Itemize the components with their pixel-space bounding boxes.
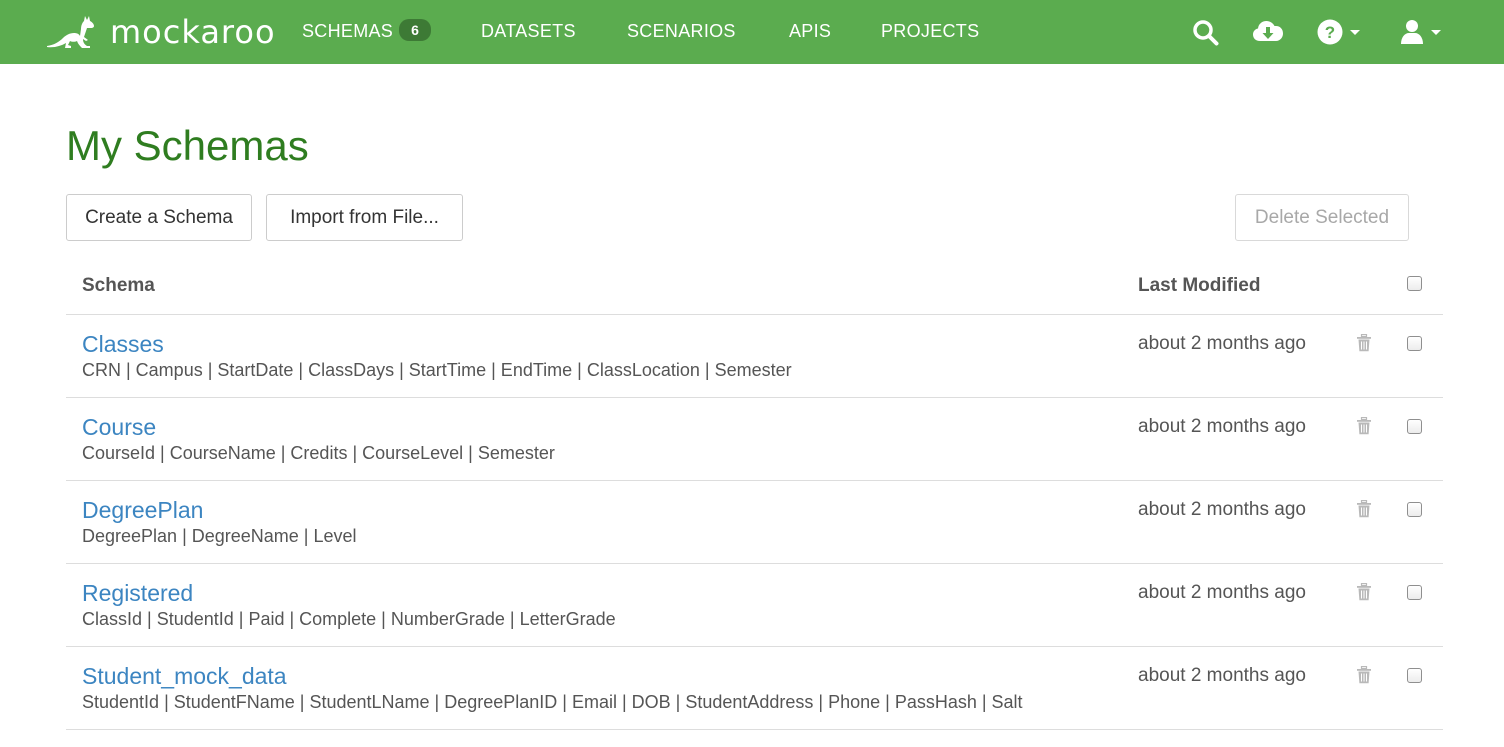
help-menu[interactable]: ?: [1317, 16, 1360, 48]
nav-projects[interactable]: PROJECTS: [881, 0, 979, 64]
delete-selected-button[interactable]: Delete Selected: [1235, 194, 1409, 241]
user-icon: [1401, 20, 1423, 44]
nav-schemas[interactable]: SCHEMAS 6: [302, 0, 432, 64]
top-navbar: mockaroo SCHEMAS 6 DATASETS SCENARIOS API…: [0, 0, 1504, 64]
trash-icon[interactable]: [1356, 334, 1372, 352]
cloud-download-icon[interactable]: [1252, 16, 1284, 48]
last-modified: about 2 months ago: [1138, 333, 1306, 354]
last-modified: about 2 months ago: [1138, 582, 1306, 603]
select-all-checkbox[interactable]: [1407, 276, 1422, 291]
table-row: Classes CRN | Campus | StartDate | Class…: [0, 314, 1504, 397]
schema-link[interactable]: Classes: [82, 330, 164, 358]
schema-link[interactable]: Registered: [82, 579, 193, 607]
column-header-schema[interactable]: Schema: [82, 274, 155, 298]
last-modified: about 2 months ago: [1138, 416, 1306, 437]
row-select-checkbox[interactable]: [1407, 419, 1422, 434]
table-row: Registered ClassId | StudentId | Paid | …: [0, 563, 1504, 646]
schema-link[interactable]: DegreePlan: [82, 496, 203, 524]
nav-scenarios[interactable]: SCENARIOS: [627, 0, 736, 64]
nav-schemas-label: SCHEMAS: [302, 21, 394, 41]
trash-icon[interactable]: [1356, 417, 1372, 435]
last-modified: about 2 months ago: [1138, 665, 1306, 686]
row-select-checkbox[interactable]: [1407, 668, 1422, 683]
table-row: DegreePlan DegreePlan | DegreeName | Lev…: [0, 480, 1504, 563]
schema-fields: CourseId | CourseName | Credits | Course…: [82, 443, 555, 463]
schema-fields: CRN | Campus | StartDate | ClassDays | S…: [82, 360, 792, 380]
schema-link[interactable]: Course: [82, 413, 156, 441]
kangaroo-logo-icon: [47, 16, 94, 48]
nav-datasets[interactable]: DATASETS: [481, 0, 576, 64]
chevron-down-icon: [1431, 29, 1441, 35]
trash-icon[interactable]: [1356, 583, 1372, 601]
column-header-last-modified[interactable]: Last Modified: [1138, 274, 1260, 298]
user-menu[interactable]: [1400, 16, 1441, 48]
divider: [66, 729, 1443, 730]
brand-logo[interactable]: mockaroo: [44, 12, 276, 52]
create-schema-button[interactable]: Create a Schema: [66, 194, 252, 241]
chevron-down-icon: [1350, 29, 1360, 35]
import-from-file-button[interactable]: Import from File...: [266, 194, 463, 241]
last-modified: about 2 months ago: [1138, 499, 1306, 520]
schemas-count-badge: 6: [399, 19, 432, 42]
page-title: My Schemas: [66, 122, 309, 169]
brand-wordmark: mockaroo: [110, 13, 276, 51]
schema-link[interactable]: Student_mock_data: [82, 662, 287, 690]
row-select-checkbox[interactable]: [1407, 585, 1422, 600]
svg-text:?: ?: [1325, 23, 1335, 42]
help-icon: ?: [1317, 19, 1343, 45]
schema-fields: ClassId | StudentId | Paid | Complete | …: [82, 609, 616, 629]
search-icon[interactable]: [1192, 16, 1219, 48]
nav-apis[interactable]: APIS: [789, 0, 831, 64]
table-row: Student_mock_data StudentId | StudentFNa…: [0, 646, 1504, 729]
row-select-checkbox[interactable]: [1407, 502, 1422, 517]
trash-icon[interactable]: [1356, 500, 1372, 518]
trash-icon[interactable]: [1356, 666, 1372, 684]
row-select-checkbox[interactable]: [1407, 336, 1422, 351]
table-row: Course CourseId | CourseName | Credits |…: [0, 397, 1504, 480]
schema-fields: StudentId | StudentFName | StudentLName …: [82, 692, 1023, 712]
schema-fields: DegreePlan | DegreeName | Level: [82, 526, 357, 546]
